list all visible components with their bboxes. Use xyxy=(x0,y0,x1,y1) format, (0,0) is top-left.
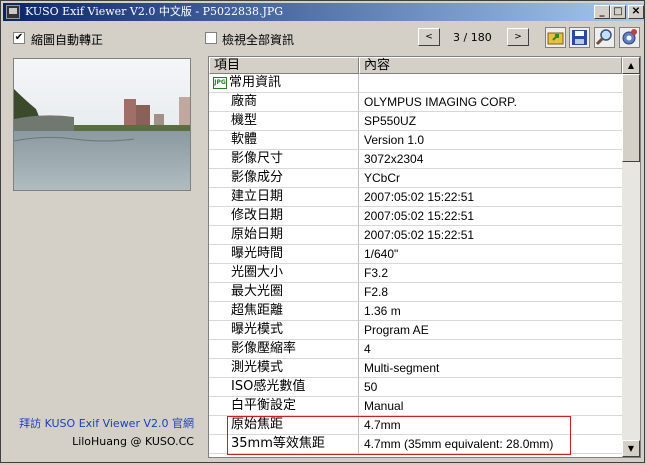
row-item-value: 2007:05:02 15:22:51 xyxy=(359,188,622,207)
row-item-name: 修改日期 xyxy=(209,207,359,226)
row-item-name: 建立日期 xyxy=(209,188,359,207)
table-row[interactable]: 測光模式 Multi-segment xyxy=(209,359,622,378)
maximize-button[interactable]: □ xyxy=(610,5,626,19)
table-row[interactable]: 35mm等效焦距 4.7mm (35mm equivalent: 28.0mm) xyxy=(209,435,622,454)
settings-icon[interactable] xyxy=(619,27,640,48)
app-window: KUSO Exif Viewer V2.0 中文版 - P5022838.JPG… xyxy=(0,0,645,463)
row-item-value: F2.8 xyxy=(359,283,622,302)
table-row[interactable]: 影像成分 YCbCr xyxy=(209,169,622,188)
row-item-value: 2007:05:02 15:22:51 xyxy=(359,226,622,245)
row-item-value: Multi-segment xyxy=(359,359,622,378)
auto-rotate-checkbox[interactable]: ✔ xyxy=(13,32,25,44)
row-item-value: Program AE xyxy=(359,321,622,340)
exif-group-icon: JPG xyxy=(213,77,227,89)
row-item-name: 35mm等效焦距 xyxy=(209,435,359,454)
row-item-value: YCbCr xyxy=(359,169,622,188)
scroll-down-icon[interactable]: ▼ xyxy=(622,440,640,457)
show-all-checkbox[interactable] xyxy=(205,32,217,44)
row-item-name: 最大光圈 xyxy=(209,283,359,302)
table-row[interactable]: 超焦距離 1.36 m xyxy=(209,302,622,321)
vertical-scrollbar[interactable]: ▲ ▼ xyxy=(622,57,640,457)
window-title: KUSO Exif Viewer V2.0 中文版 - P5022838.JPG xyxy=(25,5,284,18)
column-header-item[interactable]: 項目 xyxy=(209,57,359,74)
row-item-value: 4 xyxy=(359,340,622,359)
save-icon[interactable] xyxy=(569,27,590,48)
table-row[interactable]: 廠商 OLYMPUS IMAGING CORP. xyxy=(209,93,622,112)
row-item-name: 廠商 xyxy=(209,93,359,112)
close-button[interactable]: ✕ xyxy=(628,5,644,19)
table-row[interactable]: 曝光模式 Program AE xyxy=(209,321,622,340)
table-row[interactable]: ISO感光數值 50 xyxy=(209,378,622,397)
table-row[interactable]: 原始日期 2007:05:02 15:22:51 xyxy=(209,226,622,245)
row-item-name: 白平衡設定 xyxy=(209,397,359,416)
row-item-name: 超焦距離 xyxy=(209,302,359,321)
table-row[interactable]: 最大光圈 F2.8 xyxy=(209,283,622,302)
row-item-name: 原始日期 xyxy=(209,226,359,245)
scroll-up-icon[interactable]: ▲ xyxy=(622,57,640,74)
table-row[interactable]: 建立日期 2007:05:02 15:22:51 xyxy=(209,188,622,207)
photo-thumbnail xyxy=(13,58,191,191)
table-row[interactable]: 白平衡設定 Manual xyxy=(209,397,622,416)
prev-button[interactable]: < xyxy=(418,28,440,46)
row-item-value: 4.7mm (35mm equivalent: 28.0mm) xyxy=(359,435,622,454)
auto-rotate-label: 縮圖自動轉正 xyxy=(31,33,104,47)
row-item-value: Version 1.0 xyxy=(359,131,622,150)
row-item-value: F3.2 xyxy=(359,264,622,283)
scroll-thumb[interactable] xyxy=(622,74,640,162)
group-row[interactable]: JPG 常用資訊 xyxy=(209,74,622,93)
row-item-name: 軟體 xyxy=(209,131,359,150)
credit-text: LiloHuang @ KUSO.CC xyxy=(72,435,194,448)
title-bar[interactable]: KUSO Exif Viewer V2.0 中文版 - P5022838.JPG… xyxy=(3,3,644,21)
row-item-value: 1.36 m xyxy=(359,302,622,321)
row-item-value: Manual xyxy=(359,397,622,416)
minimize-button[interactable]: _ xyxy=(594,5,610,19)
table-row[interactable]: 軟體 Version 1.0 xyxy=(209,131,622,150)
row-item-name: ISO感光數值 xyxy=(209,378,359,397)
group-label: 常用資訊 xyxy=(229,75,282,90)
row-item-value: 3072x2304 xyxy=(359,150,622,169)
row-item-value: 4.7mm xyxy=(359,416,622,435)
row-item-name: 原始焦距 xyxy=(209,416,359,435)
exif-table: 項目 內容 JPG 常用資訊 廠商 OLYMPUS IMAGING CORP. 機型… xyxy=(208,56,641,458)
next-button[interactable]: > xyxy=(507,28,529,46)
row-item-value: 50 xyxy=(359,378,622,397)
zoom-icon[interactable] xyxy=(594,27,615,48)
row-item-name: 影像壓縮率 xyxy=(209,340,359,359)
row-item-name: 曝光模式 xyxy=(209,321,359,340)
table-row[interactable]: 影像壓縮率 4 xyxy=(209,340,622,359)
image-counter: 3 / 180 xyxy=(453,31,492,44)
open-folder-icon[interactable] xyxy=(545,27,566,48)
row-item-name: 影像成分 xyxy=(209,169,359,188)
table-row[interactable]: 曝光時間 1/640" xyxy=(209,245,622,264)
row-item-name: 影像尺寸 xyxy=(209,150,359,169)
column-header-content[interactable]: 內容 xyxy=(359,57,622,74)
app-icon xyxy=(6,5,20,19)
row-item-name: 機型 xyxy=(209,112,359,131)
table-row[interactable]: 原始焦距 4.7mm xyxy=(209,416,622,435)
show-all-label: 檢視全部資訊 xyxy=(222,33,295,47)
row-item-value: SP550UZ xyxy=(359,112,622,131)
row-item-value: OLYMPUS IMAGING CORP. xyxy=(359,93,622,112)
row-item-value: 1/640" xyxy=(359,245,622,264)
table-row[interactable]: 光圈大小 F3.2 xyxy=(209,264,622,283)
website-link[interactable]: 拜訪 KUSO Exif Viewer V2.0 官網 xyxy=(19,415,194,431)
row-item-value: 2007:05:02 15:22:51 xyxy=(359,207,622,226)
table-row[interactable]: 影像尺寸 3072x2304 xyxy=(209,150,622,169)
table-row[interactable]: 修改日期 2007:05:02 15:22:51 xyxy=(209,207,622,226)
table-row[interactable]: 機型 SP550UZ xyxy=(209,112,622,131)
row-item-name: 光圈大小 xyxy=(209,264,359,283)
row-item-name: 測光模式 xyxy=(209,359,359,378)
row-item-name: 曝光時間 xyxy=(209,245,359,264)
